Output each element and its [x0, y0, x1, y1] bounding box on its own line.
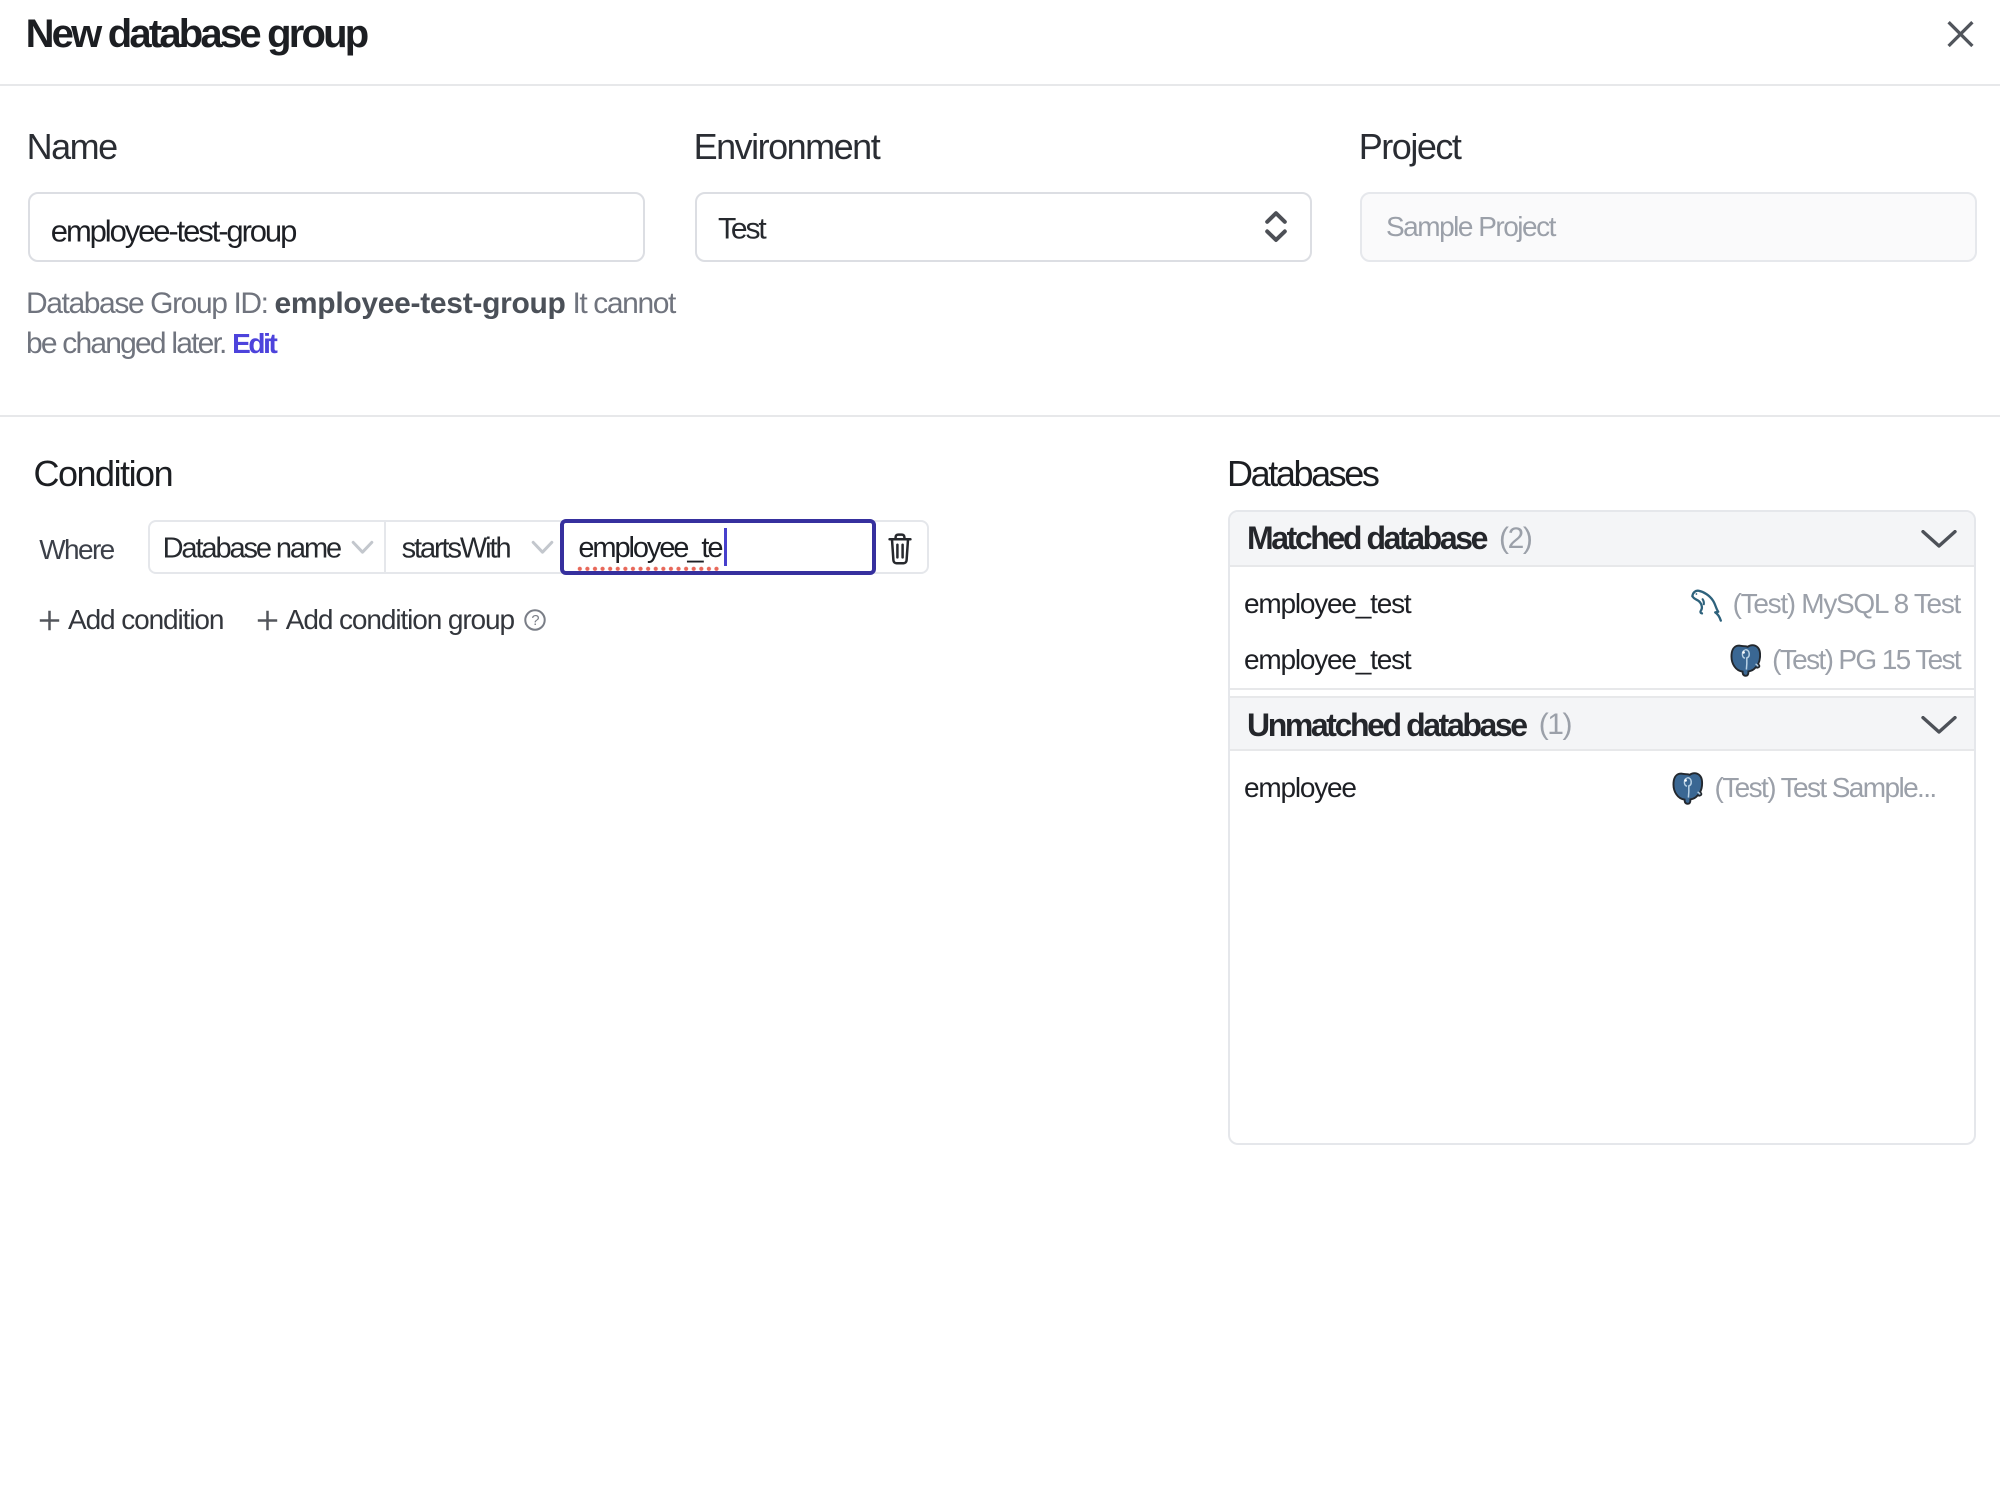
svg-text:?: ?: [532, 613, 540, 629]
